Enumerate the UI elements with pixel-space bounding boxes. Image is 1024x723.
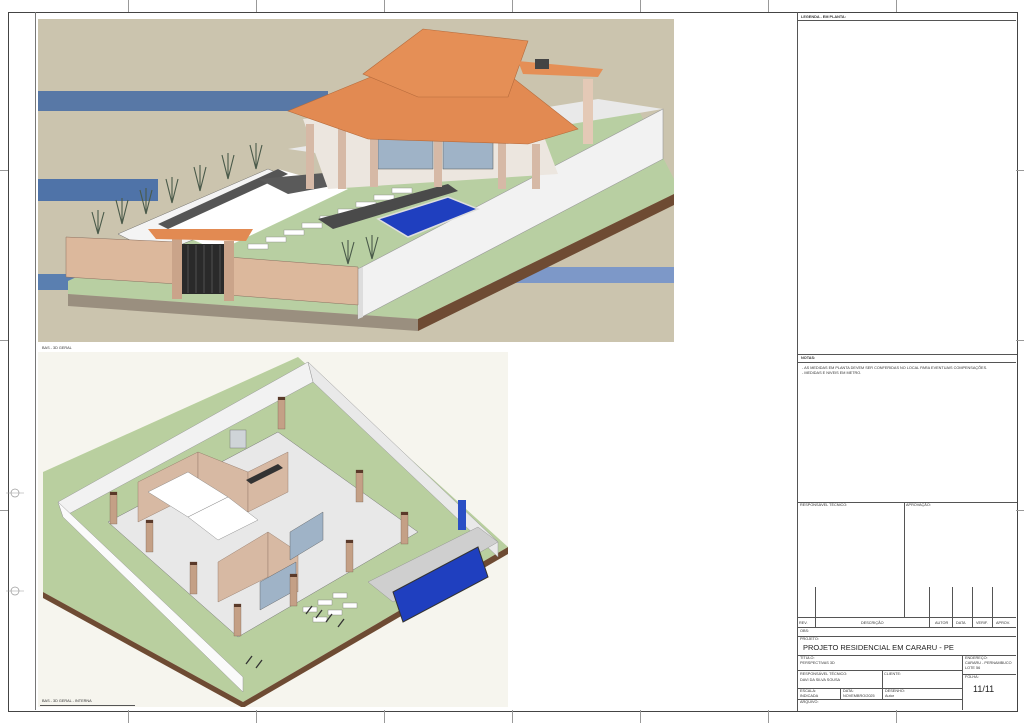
sheet-number: 11/11 xyxy=(973,684,995,694)
escala-value: INDICADA xyxy=(800,694,819,698)
obs-label: OBS: xyxy=(800,629,810,633)
tick-mark xyxy=(1016,170,1024,171)
tick-mark xyxy=(640,0,641,12)
endereco-label: ENDEREÇO: xyxy=(965,656,988,660)
tick-mark xyxy=(512,710,513,723)
projeto-label: PROJETO: xyxy=(800,637,819,641)
tick-mark xyxy=(384,0,385,12)
desenho-label: DESENHO: xyxy=(885,689,905,693)
rule xyxy=(797,688,962,689)
tick-mark xyxy=(384,710,385,723)
aprov-header: APROV. xyxy=(996,621,1010,625)
rule xyxy=(840,688,841,699)
tick-mark xyxy=(0,510,8,511)
legend-title-rule xyxy=(797,20,1016,21)
view-label-bottom: BAS - 3D GERAL - INTERNA xyxy=(42,699,92,703)
autor-header: AUTOR xyxy=(935,621,949,625)
tick-mark xyxy=(0,340,8,341)
cliente-label: CLIENTE: xyxy=(884,672,902,676)
escala-label: ESCALA: xyxy=(800,689,817,693)
tick-mark xyxy=(0,170,8,171)
notes-title-rule xyxy=(797,362,1016,363)
tick-mark xyxy=(128,0,129,12)
note-line-1: - AS MEDIDAS EM PLANTA DEVEM SER CONFERI… xyxy=(802,366,988,370)
binding-mark-icon xyxy=(6,488,24,498)
tick-mark xyxy=(512,0,513,12)
tick-mark xyxy=(1016,340,1024,341)
rule xyxy=(882,688,883,699)
titulo-value: PERSPECTIVAS 3D xyxy=(800,661,835,665)
binding-mark-icon xyxy=(6,586,24,596)
view-label-top: BAS - 3D GERAL xyxy=(42,346,72,350)
legend-title: LEGENDA - EM PLANTA: xyxy=(801,15,846,19)
tick-mark xyxy=(256,710,257,723)
rule xyxy=(797,636,1016,637)
descricao-header: DESCRIÇÃO xyxy=(861,621,884,625)
tick-mark xyxy=(768,0,769,12)
legend-panel xyxy=(797,12,1017,354)
tick-mark xyxy=(1016,510,1024,511)
tick-mark xyxy=(896,710,897,723)
tick-mark xyxy=(768,710,769,723)
endereco-line2: LOTE 56 xyxy=(965,666,981,670)
aprovacao-label: APROVAÇÃO: xyxy=(906,503,931,507)
rule xyxy=(797,699,962,700)
responsavel-tecnico-label: RESPONSÁVEL TÉCNICO: xyxy=(800,503,848,507)
verif-header: VERIF. xyxy=(976,621,988,625)
tick-mark xyxy=(128,710,129,723)
data-header: DATA xyxy=(956,621,966,625)
note-line-2: - MEDIDAS E NIVEIS EM METRO. xyxy=(802,371,862,375)
project-name: PROJETO RESIDENCIAL EM CARARU - PE xyxy=(803,643,954,652)
data-label: DATA: xyxy=(843,689,854,693)
data-value: NOVEMBRO/2025 xyxy=(843,694,875,698)
notes-panel xyxy=(797,354,1017,503)
arquivo-label: ARQUIVO: xyxy=(800,700,819,704)
rule xyxy=(797,670,962,671)
rev-header: REV. xyxy=(799,621,808,625)
rule xyxy=(882,670,883,688)
tick-mark xyxy=(896,0,897,12)
endereco-line1: CARARU - PERNAMBUCO xyxy=(965,661,1012,665)
responsavel-value: DAVI DA SILVA SOUSA xyxy=(800,678,841,682)
responsavel-label: RESPONSÁVEL TÉCNICO: xyxy=(800,672,848,676)
desenho-value: Autor xyxy=(885,694,895,698)
titulo-label: TÍTULO: xyxy=(800,656,815,660)
folha-label: FOLHA: xyxy=(965,675,979,679)
view-3d-geral xyxy=(38,19,674,342)
tick-mark xyxy=(256,0,257,12)
rule xyxy=(962,655,963,710)
tick-mark xyxy=(640,710,641,723)
notes-title: NOTAS: xyxy=(801,356,816,360)
view-3d-interna xyxy=(38,352,508,707)
view-label-underline xyxy=(40,705,135,706)
